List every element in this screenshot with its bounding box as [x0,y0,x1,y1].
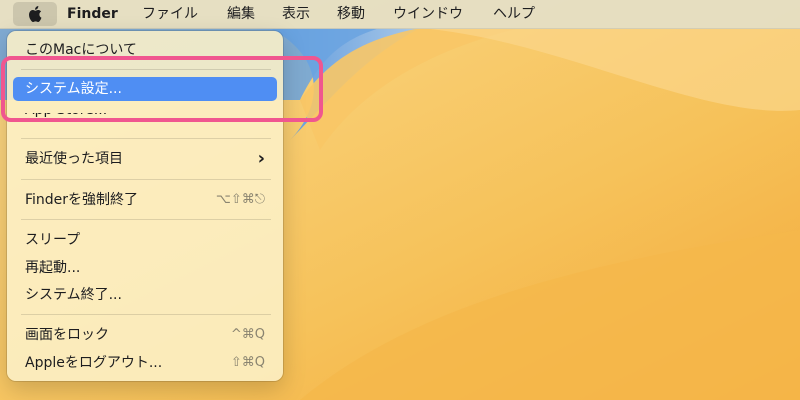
menu-item-recent-items[interactable]: 最近使った項目 › [13,147,277,171]
keyboard-shortcut: ⇧⌘Q [230,355,265,370]
menu-item-label: 画面をロック [25,327,109,343]
chevron-right-icon: › [257,148,265,169]
menu-item-label: Finderを強制終了 [25,192,139,208]
menu-item-label: Appleをログアウト... [25,355,163,371]
menubar-item-edit[interactable]: 編集 [227,5,255,23]
menubar-app-name[interactable]: Finder [67,5,118,23]
highlight-callout [1,56,323,122]
menu-item-shut-down[interactable]: システム終了... [13,283,277,307]
menubar-item-view[interactable]: 表示 [282,5,310,23]
menu-item-label: 最近使った項目 [25,151,123,167]
menubar-item-file[interactable]: ファイル [142,5,198,23]
menubar-item-go[interactable]: 移動 [337,5,365,23]
menu-item-lock-screen[interactable]: 画面をロック ^⌘Q [13,323,277,347]
menu-separator [21,219,271,220]
keyboard-shortcut: ^⌘Q [230,327,265,342]
menu-separator [21,179,271,180]
menu-separator [21,138,271,139]
menu-separator [21,314,271,315]
menu-item-restart[interactable]: 再起動... [13,256,277,280]
apple-menu-button[interactable] [13,2,57,26]
menu-item-label: スリープ [25,232,81,248]
menu-item-label: 再起動... [25,260,81,276]
menu-item-sleep[interactable]: スリープ [13,228,277,252]
menu-item-label: システム終了... [25,287,122,303]
menu-bar: Finder ファイル 編集 表示 移動 ウインドウ ヘルプ [0,0,800,29]
menubar-item-help[interactable]: ヘルプ [493,5,535,23]
keyboard-shortcut: ⌥⇧⌘⎋ [215,192,265,207]
apple-logo-icon [29,6,42,22]
menubar-item-window[interactable]: ウインドウ [393,5,463,23]
menu-item-log-out[interactable]: Appleをログアウト... ⇧⌘Q [13,351,277,375]
menu-item-force-quit[interactable]: Finderを強制終了 ⌥⇧⌘⎋ [13,188,277,212]
